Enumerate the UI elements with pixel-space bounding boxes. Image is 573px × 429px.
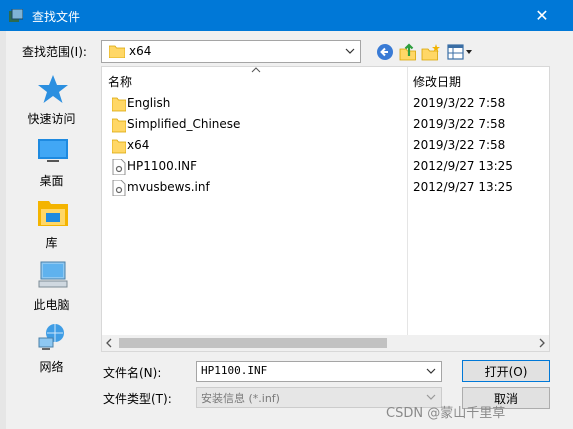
chevron-right-icon[interactable]	[537, 338, 547, 348]
file-name: HP1100.INF	[127, 159, 198, 173]
place-desktop[interactable]: 桌面	[6, 136, 97, 196]
chevron-down-icon	[345, 48, 355, 54]
title-bar: 查找文件 ✕	[0, 0, 573, 31]
folder-icon	[112, 139, 126, 154]
app-icon	[9, 9, 23, 22]
place-label: 此电脑	[33, 298, 70, 312]
filetype-label: 文件类型(T):	[103, 392, 172, 406]
close-icon: ✕	[535, 6, 549, 25]
chevron-down-icon[interactable]	[425, 365, 437, 378]
file-date: 2019/3/22 7:58	[413, 138, 506, 152]
file-date: 2019/3/22 7:58	[413, 117, 506, 131]
library-icon	[38, 201, 68, 226]
place-libraries[interactable]: 库	[6, 198, 97, 258]
folder-icon	[112, 97, 126, 112]
scrollbar-thumb[interactable]	[119, 338, 387, 348]
new-folder-button[interactable]	[421, 42, 441, 62]
network-icon	[38, 324, 64, 350]
file-row[interactable]: HP1100.INF 2012/9/27 13:25	[102, 157, 549, 177]
place-this-pc[interactable]: 此电脑	[6, 260, 97, 320]
current-folder-value: x64	[129, 44, 152, 58]
file-name: Simplified_Chinese	[127, 117, 241, 131]
close-button[interactable]: ✕	[528, 0, 556, 31]
look-in-combo[interactable]: x64	[101, 40, 361, 63]
file-date: 2012/9/27 13:25	[413, 180, 513, 194]
file-row[interactable]: English 2019/3/22 7:58	[102, 94, 549, 114]
up-folder-button[interactable]	[398, 42, 418, 62]
file-row[interactable]: mvusbews.inf 2012/9/27 13:25	[102, 178, 549, 198]
window-title: 查找文件	[32, 10, 81, 24]
folder-icon	[109, 45, 125, 58]
file-date: 2019/3/22 7:58	[413, 96, 506, 110]
column-header-date[interactable]: 修改日期	[413, 73, 461, 90]
place-label: 桌面	[39, 174, 64, 188]
filename-label: 文件名(N):	[103, 366, 162, 380]
place-label: 快速访问	[27, 112, 76, 126]
filetype-value: 安装信息 (*.inf)	[201, 392, 280, 405]
file-list[interactable]: 名称 修改日期 English 2019/3/22 7:58 Simplifie…	[101, 66, 550, 352]
open-button[interactable]: 打开(O)	[462, 360, 550, 382]
chevron-left-icon[interactable]	[104, 338, 114, 348]
folder-icon	[112, 118, 126, 133]
star-icon	[38, 75, 68, 103]
file-name: mvusbews.inf	[127, 180, 210, 194]
watermark-text: CSDN @蒙山千里草	[386, 406, 506, 421]
settings-file-icon	[112, 180, 126, 196]
horizontal-scrollbar[interactable]	[102, 335, 549, 351]
place-quick-access[interactable]: 快速访问	[6, 74, 97, 134]
sort-ascending-icon	[251, 67, 261, 73]
view-menu-button[interactable]	[446, 42, 474, 62]
column-header-name[interactable]: 名称	[108, 73, 132, 90]
file-row[interactable]: Simplified_Chinese 2019/3/22 7:58	[102, 115, 549, 135]
place-label: 网络	[39, 360, 64, 374]
file-name: English	[127, 96, 171, 110]
desktop-icon	[38, 139, 68, 162]
look-in-label: 查找范围(I):	[22, 45, 87, 59]
file-date: 2012/9/27 13:25	[413, 159, 513, 173]
settings-file-icon	[112, 159, 126, 175]
filename-value: HP1100.INF	[201, 364, 268, 377]
filename-input[interactable]: HP1100.INF	[196, 361, 442, 382]
computer-icon	[38, 261, 68, 288]
file-name: x64	[127, 138, 150, 152]
places-bar: 快速访问 桌面 库 此电脑 网络	[6, 66, 97, 416]
back-button[interactable]	[375, 42, 395, 62]
file-row[interactable]: x64 2019/3/22 7:58	[102, 136, 549, 156]
place-label: 库	[45, 236, 58, 250]
place-network[interactable]: 网络	[6, 322, 97, 382]
